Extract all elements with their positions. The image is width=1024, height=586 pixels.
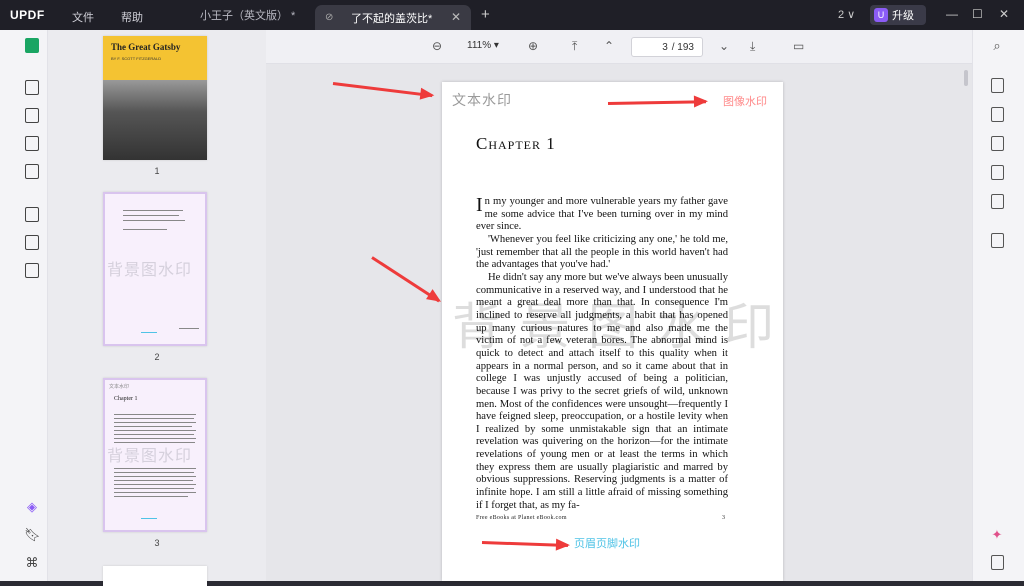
bookmark-icon[interactable]: 🔖︎ [24,527,41,543]
total-pages: / 193 [671,41,694,53]
thumb-chapter: Chapter 1 [114,396,138,402]
tab-great-gatsby[interactable]: ⊘ 了不起的盖茨比* ✕ [315,5,471,30]
upgrade-button[interactable]: U 升级 [870,5,926,25]
save-icon[interactable] [989,233,1005,249]
page-footer-number: 3 [722,515,725,521]
thumb-watermark: 背景图水印 [107,448,193,465]
add-tab-icon[interactable]: + [481,6,490,23]
reader-mode-icon[interactable] [24,38,40,54]
form-icon[interactable] [24,136,40,152]
first-page-icon[interactable]: ⤒ [572,39,577,54]
page-thumbnail-3[interactable]: 文本水印 Chapter 1 背景图水印 [103,378,207,532]
thumb-page-number: 2 [154,352,160,362]
zoom-level[interactable]: 111% ▾ [467,40,499,51]
upgrade-label: 升级 [892,10,914,22]
maximize-icon[interactable]: ☐ [972,7,983,21]
layers-icon[interactable]: ◈ [24,499,40,515]
email-icon[interactable] [989,194,1005,210]
city-image [103,80,207,160]
edit-pdf-icon[interactable] [24,108,40,124]
share-icon[interactable] [989,165,1005,181]
protect-file-icon[interactable] [989,136,1005,152]
title-bar: UPDF 文件 帮助 小王子（英文版） * ⊘ 了不起的盖茨比* ✕ + 2 ∨… [0,0,1024,30]
protect-icon[interactable] [24,164,40,180]
comment-list-icon[interactable] [989,555,1005,571]
thumb-page-number: 1 [154,166,160,176]
next-page-icon[interactable]: ⌄ [719,39,729,53]
body-text: In my younger and more vulnerable years … [476,194,728,512]
thumb-book-title: The Great Gatsby [111,42,181,52]
document-icon: ⊘ [325,12,334,23]
zoom-out-icon[interactable]: ⊖ [432,39,442,53]
chapter-title: Chapter 1 [476,134,556,153]
thumb-book-author: BY F. SCOTT FITZGERALD [111,56,162,61]
close-icon[interactable]: ✕ [451,10,461,24]
comment-icon[interactable] [24,80,40,96]
crop-icon[interactable] [24,235,40,251]
tab-count-dropdown[interactable]: 2 ∨ [838,8,855,21]
menu-file[interactable]: 文件 [72,9,94,25]
tab-label: 了不起的盖茨比* [351,12,433,25]
paragraph: 'Whenever you feel like criticizing any … [476,233,728,271]
window-close-icon[interactable]: ✕ [999,7,1009,21]
page-footer-source: Free eBooks at Planet eBook.com [476,515,567,521]
footer-watermark: 页眉页脚水印 [574,538,640,550]
dropcap: I [476,194,483,216]
organize-pages-icon[interactable] [24,207,40,223]
menu-help[interactable]: 帮助 [121,9,143,25]
image-watermark: 图像水印 [723,96,767,108]
convert-icon[interactable] [24,263,40,279]
upgrade-badge: U [874,8,888,22]
document-viewer: 文本水印 图像水印 背景图水印 Chapter 1 In my younger … [266,64,972,581]
attachment-icon[interactable]: ⌘ [24,555,40,571]
minimize-icon[interactable]: — [946,7,958,21]
app-logo: UPDF [10,8,45,22]
current-page: 3 [662,41,668,53]
view-toolbar: ⊖ 111% ▾ ⊕ ⤒ ⌃ 3 / 193 ⌄ ⤓ ▭ [266,30,972,64]
thumbnail-panel: The Great Gatsby BY F. SCOTT FITZGERALD … [48,30,266,586]
page-thumbnail-4[interactable] [103,566,207,586]
search-icon[interactable]: ⌕ [989,38,1005,54]
page-thumbnail-2[interactable]: 背景图水印 [103,192,207,346]
thumb-watermark: 背景图水印 [107,262,193,279]
ocr-icon[interactable] [989,78,1005,94]
convert-file-icon[interactable] [989,107,1005,123]
page-number-input[interactable]: 3 / 193 [631,37,703,57]
paragraph: He didn't say any more but we've always … [476,271,728,511]
scrollbar-thumb[interactable] [964,70,968,86]
zoom-in-icon[interactable]: ⊕ [528,39,538,53]
previous-page-icon[interactable]: ⌃ [604,39,614,53]
last-page-icon[interactable]: ⤓ [750,39,755,54]
ai-assistant-icon[interactable]: ✦ [989,527,1005,543]
left-toolbar: ◈ 🔖︎ ⌘ [0,30,48,581]
right-toolbar: ⌕ ✦ [972,30,1024,581]
thumb-page-number: 3 [154,538,160,548]
thumb-text-watermark: 文本水印 [109,384,130,390]
tab-little-prince[interactable]: 小王子（英文版） * [190,0,310,30]
paragraph: In my younger and more vulnerable years … [476,194,728,233]
pdf-page: 文本水印 图像水印 背景图水印 Chapter 1 In my younger … [442,82,783,581]
presentation-icon[interactable]: ▭ [793,39,804,53]
text-watermark: 文本水印 [452,92,512,108]
page-thumbnail-1[interactable]: The Great Gatsby BY F. SCOTT FITZGERALD [103,36,207,160]
tab-label: 小王子（英文版） * [200,10,296,22]
